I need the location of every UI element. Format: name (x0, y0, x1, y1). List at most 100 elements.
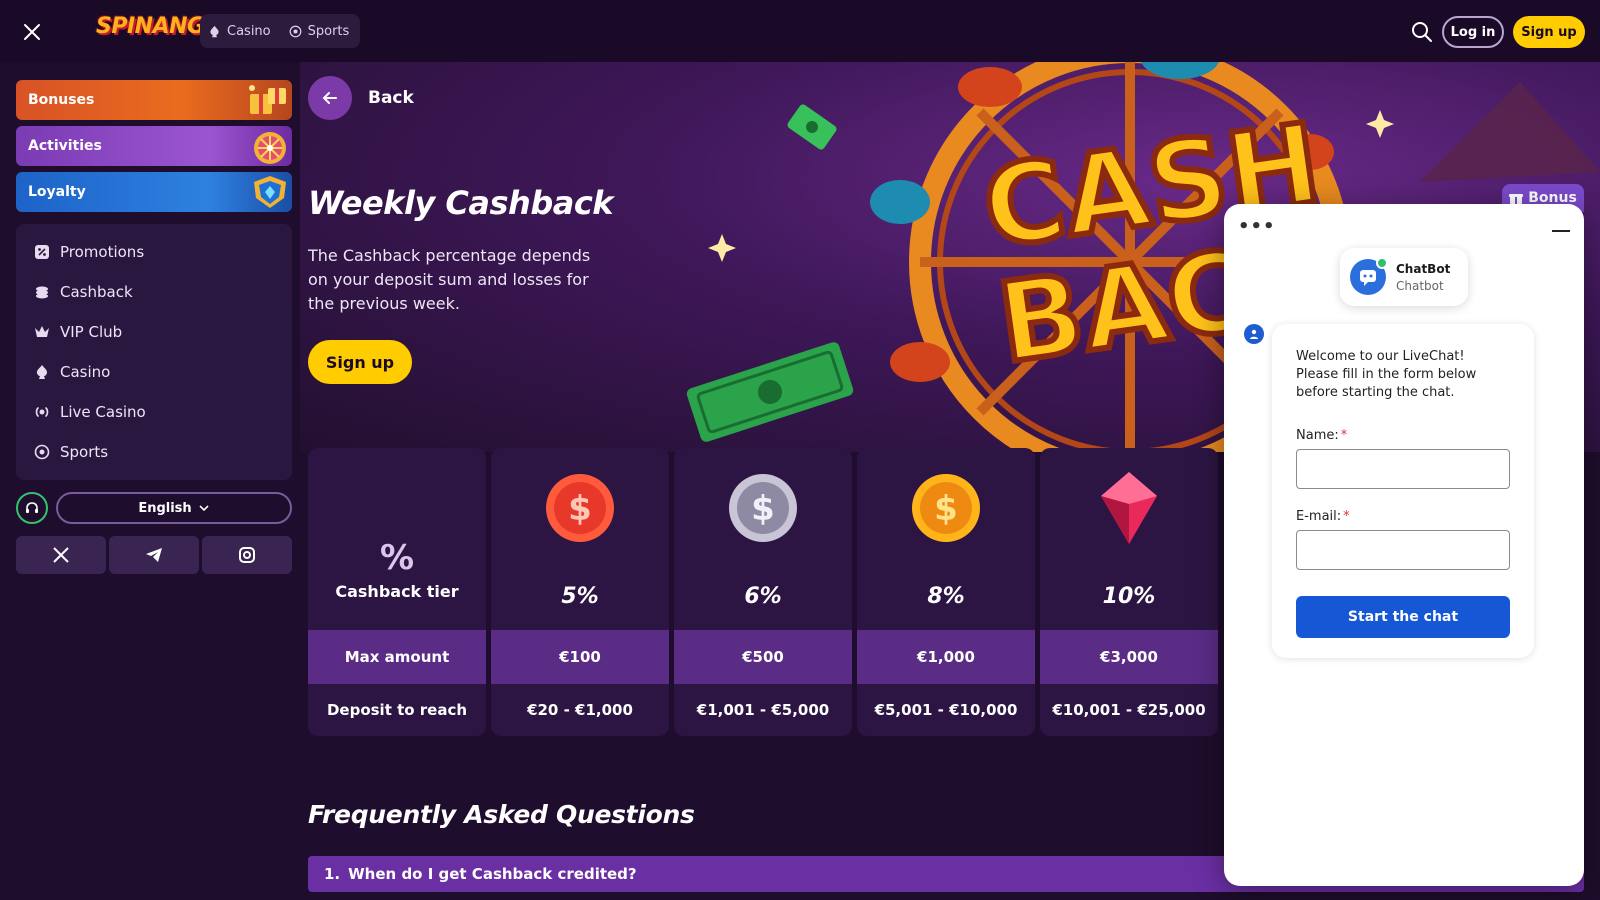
sidebar-item-label: Casino (60, 363, 111, 381)
tier-deposit: €5,001 - €10,000 (874, 701, 1018, 719)
sidebar-card-label: Bonuses (28, 92, 95, 108)
social-x-button[interactable] (16, 536, 106, 574)
live-casino-icon (35, 407, 49, 417)
faq-question: When do I get Cashback credited? (348, 865, 637, 883)
chevron-down-icon (199, 505, 209, 512)
search-icon[interactable] (1410, 20, 1434, 44)
tier-deposit: €20 - €1,000 (527, 701, 633, 719)
email-label-text: E-mail: (1296, 509, 1342, 524)
svg-text:$: $ (568, 489, 592, 529)
name-label: Name: * (1296, 428, 1510, 443)
nav-casino[interactable]: Casino (208, 24, 271, 39)
tier-max-amount: €1,000 (857, 630, 1035, 684)
wheel-icon (254, 132, 286, 164)
telegram-icon (146, 548, 162, 562)
promotions-icon (35, 245, 49, 259)
sidebar-item-live-casino[interactable]: Live Casino (16, 392, 292, 432)
tier-max-amount: €3,000 (1040, 630, 1218, 684)
minimize-icon[interactable] (1552, 230, 1570, 232)
sidebar-item-label: Live Casino (60, 403, 146, 421)
svg-text:BAC: BAC (991, 226, 1256, 388)
chat-bubble-icon (1360, 270, 1376, 286)
more-options-icon[interactable]: ••• (1238, 216, 1276, 237)
tier-column: $ 8% €1,000 €5,001 - €10,000 (857, 448, 1035, 736)
gold-coin-icon: $ (912, 474, 980, 542)
required-mark: * (1343, 509, 1350, 524)
sidebar-item-label: Sports (60, 443, 109, 461)
sidebar-menu: Promotions Cashback VIP Club Casino Live… (16, 224, 292, 480)
back-button[interactable] (308, 76, 352, 120)
headset-icon (26, 502, 38, 513)
sidebar-item-sports[interactable]: Sports (16, 432, 292, 472)
chatbot-avatar (1350, 257, 1388, 295)
signup-button-hero[interactable]: Sign up (308, 340, 412, 384)
tier-deposit: €10,001 - €25,000 (1052, 701, 1206, 719)
tier-label-column: % Cashback tier Max amount Deposit to re… (308, 448, 486, 736)
tier-deposit: €1,001 - €5,000 (696, 701, 830, 719)
hero-description: The Cashback percentage depends on your … (308, 246, 591, 313)
tier-percent: 8% (927, 584, 965, 609)
x-icon (53, 547, 69, 563)
cashback-icon (36, 286, 48, 299)
sidebar-item-promotions[interactable]: Promotions (16, 232, 292, 272)
required-mark: * (1340, 428, 1348, 443)
email-label: E-mail: * (1296, 509, 1510, 524)
tier-percent: 10% (1102, 584, 1156, 609)
sidebar-card-label: Loyalty (28, 184, 86, 200)
gift-icon (249, 85, 286, 114)
back-label[interactable]: Back (368, 88, 414, 108)
sidebar-item-label: Promotions (60, 243, 145, 261)
sidebar-item-label: Cashback (60, 283, 133, 301)
tier-column: $ 6% €500 €1,001 - €5,000 (674, 448, 852, 736)
language-label: English (138, 500, 192, 516)
faq-title: Frequently Asked Questions (308, 800, 695, 829)
user-icon (1250, 329, 1258, 339)
sidebar-item-vip-club[interactable]: VIP Club (16, 312, 292, 352)
nav-sports[interactable]: Sports (289, 23, 350, 39)
tier-max-amount: €500 (674, 630, 852, 684)
percent-symbol: % (379, 537, 415, 578)
tier-max-amount: €100 (491, 630, 669, 684)
start-chat-button[interactable]: Start the chat (1296, 596, 1510, 638)
sports-icon (34, 444, 50, 460)
sports-icon (289, 25, 302, 37)
sidebar-card-bonuses[interactable]: Bonuses (16, 80, 292, 120)
nav-casino-label: Casino (227, 23, 271, 39)
deposit-label: Deposit to reach (326, 701, 468, 719)
sidebar-item-label: VIP Club (60, 323, 123, 341)
red-coin-icon: $ (546, 474, 614, 542)
sidebar-item-casino[interactable]: Casino (16, 352, 292, 392)
sidebar-card-loyalty[interactable]: Loyalty (16, 172, 292, 212)
casino-icon (36, 365, 48, 379)
crown-icon (35, 326, 49, 337)
name-label-text: Name: (1296, 428, 1339, 443)
sidebar-card-label: Activities (28, 138, 102, 154)
social-instagram-button[interactable] (202, 536, 292, 574)
sidebar-item-cashback[interactable]: Cashback (16, 272, 292, 312)
tier-column: 10% €3,000 €10,001 - €25,000 (1040, 448, 1218, 736)
login-button[interactable]: Log in (1442, 16, 1504, 48)
tier-percent: 5% (561, 584, 599, 609)
support-icon[interactable] (16, 492, 48, 524)
email-input[interactable] (1296, 530, 1510, 570)
nav-sports-label: Sports (307, 23, 350, 39)
silver-coin-icon: $ (729, 474, 797, 542)
bot-mini-avatar (1244, 324, 1264, 344)
casino-icon (210, 25, 219, 37)
faq-number: 1. (324, 865, 341, 883)
instagram-icon (239, 547, 255, 563)
signup-button-top[interactable]: Sign up (1513, 16, 1585, 48)
close-icon[interactable] (20, 20, 44, 44)
top-bar: SPINANGA Casino Sports Log in Sign up (0, 0, 1600, 62)
gift-icon (1509, 194, 1524, 204)
sidebar-card-activities[interactable]: Activities (16, 126, 292, 166)
chatbot-subtitle: Chatbot (1396, 278, 1444, 293)
max-amount-label: Max amount (308, 630, 486, 684)
svg-text:$: $ (751, 489, 775, 529)
top-nav: Casino Sports (200, 14, 360, 48)
arrow-left-icon (322, 92, 337, 104)
name-input[interactable] (1296, 449, 1510, 489)
social-telegram-button[interactable] (109, 536, 199, 574)
language-select[interactable]: English (56, 492, 292, 524)
chatbot-card: ChatBot Chatbot (1340, 248, 1468, 306)
